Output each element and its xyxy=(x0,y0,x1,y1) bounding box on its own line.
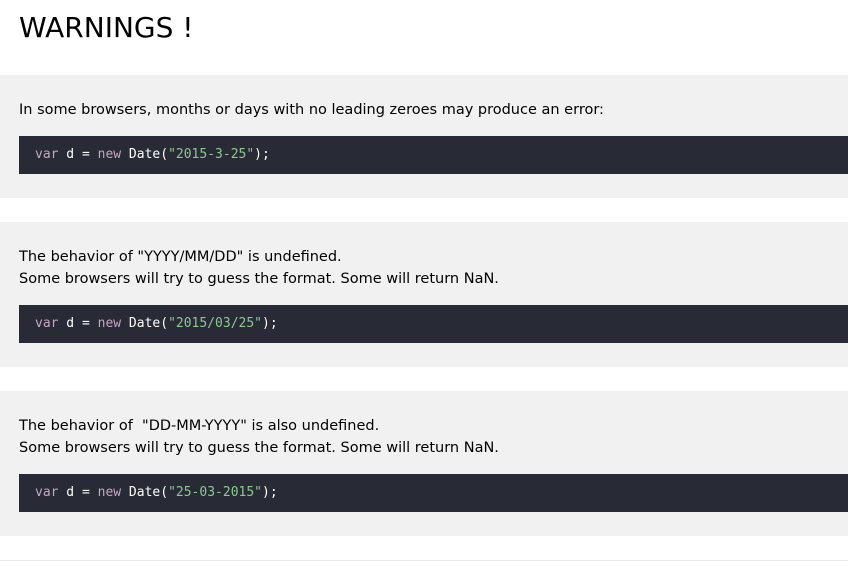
warning-text-1: In some browsers, months or days with no… xyxy=(19,102,604,118)
code-string: "25-03-2015" xyxy=(168,485,262,500)
code-keyword-var: var xyxy=(35,316,59,331)
code-example-2[interactable]: var d = new Date("2015/03/25"); xyxy=(19,305,848,343)
code-keyword-new: new xyxy=(97,316,122,331)
code-text: Date( xyxy=(121,485,169,500)
code-text: Date( xyxy=(121,147,169,162)
code-text: ); xyxy=(254,147,270,162)
warning-text-2b: Some browsers will try to guess the form… xyxy=(19,271,499,287)
warning-text-2a: The behavior of "YYYY/MM/DD" is undefine… xyxy=(19,249,342,265)
code-keyword-var: var xyxy=(35,485,59,500)
code-text: d = xyxy=(58,316,98,331)
warning-text-3b: Some browsers will try to guess the form… xyxy=(19,440,499,456)
warning-panel-1: In some browsers, months or days with no… xyxy=(0,75,848,198)
code-keyword-new: new xyxy=(97,485,122,500)
code-text: d = xyxy=(58,147,98,162)
warning-text-3a: The behavior of "DD-MM-YYYY" is also und… xyxy=(19,418,380,434)
code-string: "2015-3-25" xyxy=(168,147,255,162)
code-text: ); xyxy=(262,316,278,331)
code-string: "2015/03/25" xyxy=(168,316,262,331)
code-text: d = xyxy=(58,485,98,500)
code-example-3[interactable]: var d = new Date("25-03-2015"); xyxy=(19,474,848,512)
bottom-divider xyxy=(0,560,848,561)
page: WARNINGS ! In some browsers, months or d… xyxy=(0,0,848,578)
code-example-1[interactable]: var d = new Date("2015-3-25"); xyxy=(19,136,848,174)
code-keyword-var: var xyxy=(35,147,59,162)
warning-panel-2: The behavior of "YYYY/MM/DD" is undefine… xyxy=(0,222,848,367)
warning-panel-3: The behavior of "DD-MM-YYYY" is also und… xyxy=(0,391,848,536)
code-text: Date( xyxy=(121,316,169,331)
code-text: ); xyxy=(262,485,278,500)
page-title: WARNINGS ! xyxy=(19,11,194,44)
code-keyword-new: new xyxy=(97,147,122,162)
